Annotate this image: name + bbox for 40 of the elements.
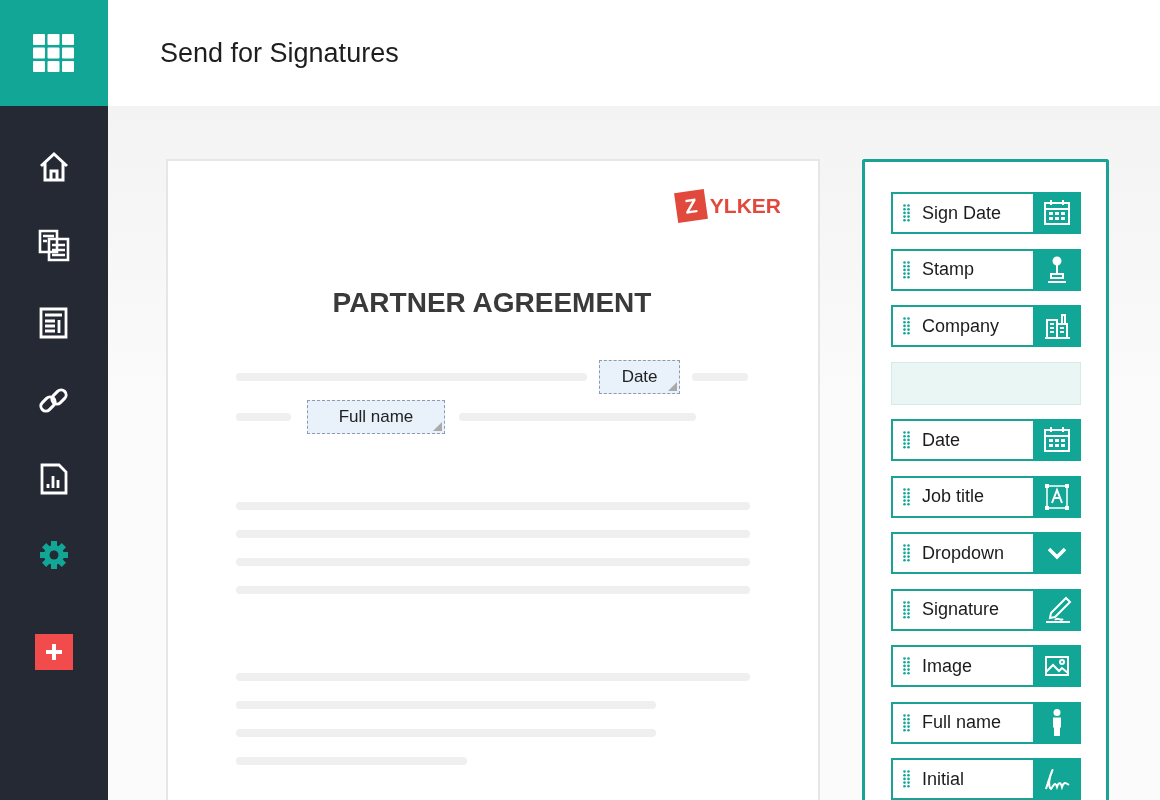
apps-grid-icon <box>33 34 75 72</box>
page-title: Send for Signatures <box>160 37 399 69</box>
drag-handle-icon <box>903 260 910 279</box>
gear-icon <box>39 540 69 570</box>
initials-icon <box>1044 768 1070 790</box>
drag-handle-icon <box>903 317 910 335</box>
company-logo: Z YLKER <box>675 191 781 221</box>
field-item[interactable]: Job title <box>891 475 1081 518</box>
person-icon <box>1053 708 1061 737</box>
drag-handle-icon <box>903 713 910 732</box>
drag-handle-icon <box>903 657 910 675</box>
document-title: PARTNER AGREEMENT <box>331 287 653 319</box>
field-item[interactable]: Image <box>891 645 1081 687</box>
plus-icon <box>44 642 64 662</box>
drag-handle-icon <box>903 487 910 506</box>
text-box-icon <box>1042 481 1072 512</box>
drag-handle-icon <box>903 600 910 619</box>
buildings-icon <box>1042 311 1072 341</box>
field-item[interactable]: Sign Date <box>891 192 1081 234</box>
placed-field[interactable]: Date <box>598 360 681 394</box>
calendar-icon <box>1042 425 1072 455</box>
placed-field[interactable]: Full name <box>307 400 445 434</box>
field-item[interactable]: Dropdown <box>891 532 1081 574</box>
resize-handle-icon <box>668 382 678 391</box>
drag-handle-icon <box>903 431 910 449</box>
app-launcher[interactable] <box>0 0 108 106</box>
drag-handle-icon <box>903 770 910 788</box>
field-item[interactable]: Full name <box>891 701 1081 744</box>
home-icon <box>37 150 71 184</box>
drag-handle-icon <box>903 204 910 222</box>
drag-handle-icon <box>903 544 910 562</box>
calendar-icon <box>1042 198 1072 228</box>
field-item[interactable]: Company <box>891 305 1081 347</box>
field-item[interactable]: Stamp <box>891 248 1081 291</box>
resize-handle-icon <box>433 422 442 431</box>
field-item[interactable]: Signature <box>891 588 1081 631</box>
add-button[interactable] <box>35 634 73 670</box>
field-item[interactable]: Initial <box>891 758 1081 800</box>
field-item[interactable]: Date <box>891 419 1081 461</box>
documents-icon <box>37 228 71 262</box>
